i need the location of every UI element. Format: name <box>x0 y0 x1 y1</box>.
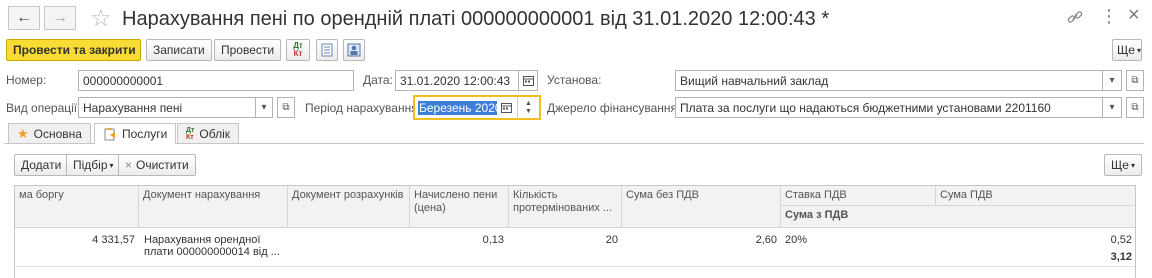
post-button[interactable]: Провести <box>214 39 282 61</box>
add-button[interactable]: Додати <box>14 154 69 176</box>
col-penalty[interactable]: Начислено пени (цена) <box>410 186 509 228</box>
clear-icon: × <box>125 158 133 172</box>
dtkt-button[interactable]: Дт Кт <box>286 39 310 61</box>
period-field[interactable]: Березень 2020 <box>416 97 497 118</box>
operation-field[interactable]: Нарахування пені <box>78 97 256 118</box>
cell-vat-sum: 0,52 <box>1110 234 1132 246</box>
clear-button[interactable]: × Очистити <box>118 154 196 176</box>
date-label: Дата: <box>363 73 393 87</box>
dtkt-icon: Дт Кт <box>186 126 195 141</box>
cell-penalty: 0,13 <box>482 234 504 246</box>
clear-label: Очистити <box>136 158 189 172</box>
report-button[interactable] <box>316 39 338 61</box>
period-calendar-button[interactable] <box>497 97 515 118</box>
chevron-down-icon: ▾ <box>1109 102 1115 113</box>
col-vat-rate[interactable]: Ставка ПДВ <box>781 186 936 206</box>
col-sum-with-vat[interactable]: Сума з ПДВ <box>781 206 1135 228</box>
period-value: Березень 2020 <box>418 100 497 115</box>
back-button[interactable]: ← <box>8 6 40 30</box>
chevron-down-icon: ▾ <box>261 102 267 113</box>
cell-sum-no-vat: 2,60 <box>755 234 777 246</box>
more-menu-icon[interactable]: ⋮ <box>1100 6 1118 27</box>
more-label: Ще <box>1117 43 1135 57</box>
star-icon: ★ <box>17 125 29 141</box>
chevron-down-icon: ▾ <box>1136 45 1141 55</box>
attachments-button[interactable] <box>343 39 365 61</box>
period-label: Період нарахування: <box>305 101 422 115</box>
source-open-button[interactable]: ⧉ <box>1126 97 1144 118</box>
table-header: ма боргу Документ нарахування Документ р… <box>15 186 1135 228</box>
chevron-down-icon: ▾ <box>1109 75 1115 86</box>
institution-dropdown-button[interactable]: ▾ <box>1102 70 1122 91</box>
col-debt-sum[interactable]: ма боргу <box>15 186 139 228</box>
close-icon[interactable]: × <box>1128 4 1140 27</box>
open-window-icon: ⧉ <box>282 102 290 113</box>
tab-services-label: Послуги <box>122 127 168 141</box>
link-icon[interactable] <box>1066 8 1084 26</box>
tab-services[interactable]: Послуги <box>94 123 177 144</box>
chevron-down-icon: ▾ <box>1130 160 1135 170</box>
number-field[interactable]: 000000000001 <box>78 70 354 91</box>
source-dropdown-button[interactable]: ▾ <box>1102 97 1122 118</box>
institution-field[interactable]: Вищий навчальний заклад <box>675 70 1103 91</box>
kt-label: Кт <box>293 49 303 58</box>
cell-accrual-doc-line2: плати 000000000014 від ... <box>144 246 280 258</box>
operation-label: Вид операції: <box>6 101 81 115</box>
clipboard-icon <box>104 128 115 141</box>
save-button[interactable]: Записати <box>146 39 212 61</box>
calendar-icon <box>500 103 512 113</box>
col-sum-no-vat[interactable]: Сума без ПДВ <box>622 186 781 228</box>
favorite-star-icon[interactable]: ☆ <box>90 4 112 33</box>
forward-icon: → <box>52 9 68 26</box>
calendar-button[interactable] <box>518 70 538 91</box>
spinner-down-icon[interactable]: ▼ <box>525 108 532 116</box>
col-overdue-days[interactable]: Кількість протермінованих ... <box>509 186 622 228</box>
page-title: Нарахування пені по орендній платі 00000… <box>122 8 830 30</box>
services-table: ма боргу Документ нарахування Документ р… <box>14 185 1136 278</box>
period-spinner[interactable]: ▲ ▼ <box>517 97 539 118</box>
spinner-up-icon[interactable]: ▲ <box>525 100 532 108</box>
col-vat-sum[interactable]: Сума ПДВ <box>936 186 1135 206</box>
cell-debt-sum: 4 331,57 <box>92 234 135 246</box>
operation-open-button[interactable]: ⧉ <box>277 97 295 118</box>
open-window-icon: ⧉ <box>1131 75 1139 86</box>
col-settlement-doc[interactable]: Документ розрахунків <box>288 186 410 228</box>
source-label: Джерело фінансування: <box>547 101 681 115</box>
cell-vat-rate: 20% <box>785 234 808 246</box>
more-actions-button[interactable]: Ще ▾ <box>1112 39 1142 61</box>
cell-accrual-doc-line1: Нарахування орендної <box>144 234 261 246</box>
col-accrual-doc[interactable]: Документ нарахування <box>139 186 288 228</box>
table-row[interactable]: 4 331,57 Нарахування орендної плати 0000… <box>15 228 1135 266</box>
calendar-icon <box>522 76 534 86</box>
source-field[interactable]: Плата за послуги що надаються бюджетними… <box>675 97 1103 118</box>
row-divider <box>15 266 1135 267</box>
user-card-icon <box>347 43 361 57</box>
tab-accounting-label: Облік <box>199 126 231 141</box>
document-icon <box>321 43 333 57</box>
operation-dropdown-button[interactable]: ▾ <box>255 97 273 118</box>
cell-overdue-days: 20 <box>605 234 618 246</box>
post-and-close-button[interactable]: Провести та закрити <box>6 39 141 61</box>
back-icon: ← <box>16 9 32 26</box>
pick-button[interactable]: Підбір ▾ <box>66 154 121 176</box>
institution-label: Установа: <box>547 73 602 87</box>
institution-open-button[interactable]: ⧉ <box>1126 70 1144 91</box>
tab-main-label: Основна <box>33 126 82 141</box>
table-more-button[interactable]: Ще ▾ <box>1104 154 1142 176</box>
date-field[interactable]: 31.01.2020 12:00:43 <box>395 70 519 91</box>
forward-button[interactable]: → <box>44 6 76 30</box>
cell-sum-with-vat: 3,12 <box>1110 251 1132 263</box>
open-window-icon: ⧉ <box>1131 102 1139 113</box>
number-label: Номер: <box>6 73 47 87</box>
chevron-down-icon: ▾ <box>109 160 114 170</box>
table-more-label: Ще <box>1111 158 1129 172</box>
pick-label: Підбір <box>73 158 108 172</box>
tab-accounting[interactable]: Дт Кт Облік <box>177 123 240 143</box>
tab-main[interactable]: ★ Основна <box>8 123 91 143</box>
